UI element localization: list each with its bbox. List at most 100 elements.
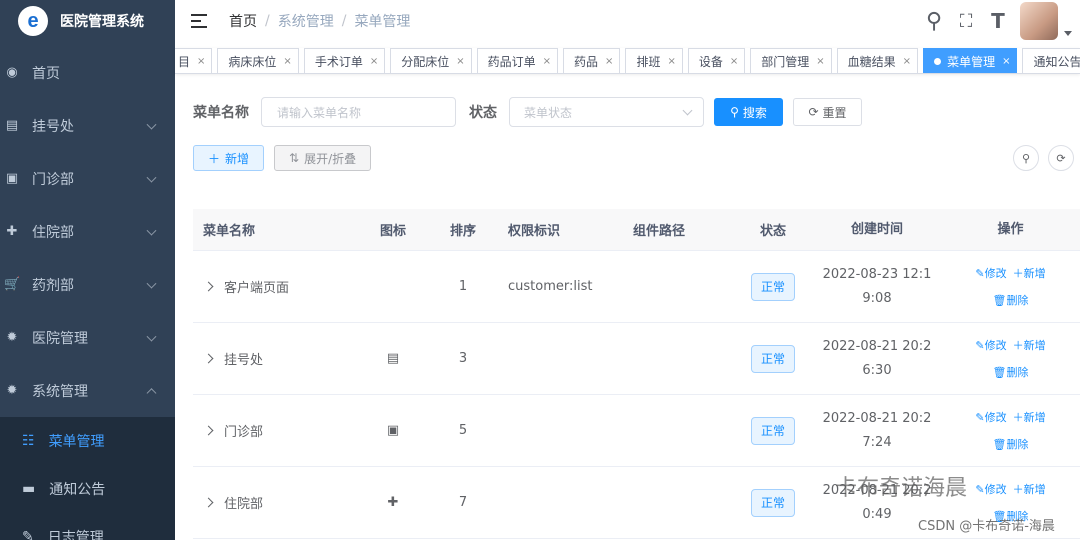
tab-label: 药品 — [574, 54, 599, 69]
close-icon[interactable]: × — [816, 56, 824, 67]
cell-status: 正常 — [733, 272, 813, 301]
sidebar-item-clinic[interactable]: ▣ 门诊部 — [0, 152, 175, 205]
table-toolbar: ＋ 新增 ⇅ 展开/折叠 — [193, 145, 372, 171]
caret-down-icon[interactable] — [1064, 31, 1072, 36]
menu-name-input[interactable]: 请输入菜单名称 — [261, 97, 456, 127]
cell-time: 2022-08-21 20:2 6:30 — [813, 335, 941, 383]
toggle-search-button[interactable]: ⚲ — [1013, 145, 1039, 171]
chevron-right-icon[interactable] — [203, 425, 214, 436]
font-size-icon[interactable]: T — [982, 0, 1014, 42]
cart-icon: 🛒 — [4, 277, 21, 292]
chevron-down-icon — [146, 331, 157, 342]
add-button[interactable]: ＋ 新增 — [193, 145, 265, 171]
tab-item[interactable]: 病床床位 × — [217, 48, 299, 73]
sidebar-item-log[interactable]: ✎ 日志管理 — [0, 513, 175, 540]
tab-label: 目 — [178, 54, 191, 69]
cell-status: 正常 — [733, 416, 813, 445]
sidebar-item-label: 门诊部 — [32, 171, 74, 188]
time-line-1: 2022-08-21 20:2 — [822, 410, 932, 426]
search-icon[interactable]: ⚲ — [918, 0, 950, 42]
add-child-button[interactable]: ＋新增 — [1013, 483, 1046, 496]
sort-icon: ⇅ — [289, 151, 300, 165]
search-button[interactable]: ⚲ 搜索 — [714, 98, 783, 126]
cell-ops: ✎修改 ＋新增 🗑删除 — [941, 332, 1080, 386]
watermark: 卡布奇诺海晨 — [835, 476, 968, 501]
search-icon: ⚲ — [1021, 151, 1031, 165]
sidebar-item-home[interactable]: ◉ 首页 — [0, 46, 175, 99]
close-icon[interactable]: × — [283, 56, 291, 67]
breadcrumb-system[interactable]: 系统管理 — [278, 11, 334, 31]
tab-item[interactable]: 部门管理 × — [750, 48, 832, 73]
delete-button[interactable]: 🗑删除 — [993, 366, 1029, 379]
add-child-button[interactable]: ＋新增 — [1013, 267, 1046, 280]
gear-icon: ✹ — [6, 330, 18, 345]
close-icon[interactable]: × — [543, 56, 551, 67]
close-icon[interactable]: × — [370, 56, 378, 67]
status-select[interactable]: 菜单状态 — [509, 97, 704, 127]
hamburger-icon[interactable] — [191, 14, 207, 28]
breadcrumb-home[interactable]: 首页 — [229, 11, 257, 31]
tab-label: 排班 — [636, 54, 661, 69]
chevron-right-icon[interactable] — [203, 281, 214, 292]
tab-item[interactable]: 手术订单 × — [303, 48, 386, 73]
expand-collapse-button[interactable]: ⇅ 展开/折叠 — [274, 145, 372, 171]
sidebar-item-label: 菜单管理 — [48, 434, 105, 450]
cell-status: 正常 — [733, 344, 813, 373]
table-row: 门诊部 ▣ 5 正常 2022-08-21 20:2 7:24 ✎修改 ＋新增 🗑删除 — [193, 395, 1080, 467]
cell-order: 7 — [458, 495, 468, 510]
sidebar-item-register[interactable]: ▤ 挂号处 — [0, 99, 175, 152]
add-child-button[interactable]: ＋新增 — [1013, 339, 1046, 352]
tab-item[interactable]: 分配床位 × — [390, 48, 472, 73]
chevron-right-icon[interactable] — [203, 497, 214, 508]
col-header-time: 创建时间 — [850, 221, 903, 237]
reset-button-label: 重置 — [822, 105, 847, 120]
close-icon[interactable]: × — [1002, 56, 1010, 67]
register-icon: ▤ — [5, 118, 19, 133]
menu-name: 客户端页面 — [224, 281, 290, 296]
tab-item[interactable]: 设备 × — [687, 48, 746, 73]
tab-item[interactable]: 药品订单 × — [476, 48, 559, 73]
close-icon[interactable]: × — [903, 56, 911, 67]
reset-button[interactable]: ⟳ 重置 — [793, 98, 862, 126]
chevron-right-icon[interactable] — [203, 353, 214, 364]
edit-button[interactable]: ✎修改 — [975, 411, 1006, 424]
sidebar-item-notice[interactable]: ▬ 通知公告 — [0, 465, 175, 513]
tab-label: 手术订单 — [314, 54, 363, 69]
fullscreen-icon[interactable]: ⛶ — [950, 0, 982, 42]
status-badge: 正常 — [750, 272, 795, 301]
sidebar: e 医院管理系统 ◉ 首页 ▤ 挂号处 ▣ 门诊部 ✚ 住院部 🛒 药剂部 ✹ … — [0, 0, 175, 540]
tab-item[interactable]: 通知公告× — [1022, 48, 1080, 73]
tab-item[interactable]: 排班 × — [625, 48, 683, 73]
tab-item[interactable]: 药品 × — [563, 48, 621, 73]
edit-button[interactable]: ✎修改 — [975, 267, 1006, 280]
sidebar-item-menu-management[interactable]: ☷ 菜单管理 — [0, 417, 175, 465]
close-icon[interactable]: × — [456, 56, 464, 67]
close-icon[interactable]: × — [605, 56, 613, 67]
tab-item[interactable]: 血糖结果 × — [836, 48, 919, 73]
tab-active[interactable]: 菜单管理 × — [923, 48, 1018, 73]
sidebar-item-label: 系统管理 — [32, 383, 88, 400]
tab-item[interactable]: 目 × — [175, 48, 213, 73]
tab-label: 病床床位 — [228, 54, 277, 69]
delete-button[interactable]: 🗑删除 — [993, 294, 1029, 307]
close-icon[interactable]: × — [667, 56, 675, 67]
delete-button[interactable]: 🗑删除 — [993, 438, 1029, 451]
refresh-icon: ⟳ — [1056, 151, 1066, 165]
cell-order: 3 — [458, 351, 468, 366]
sidebar-item-hospital-management[interactable]: ✹ 医院管理 — [0, 311, 175, 364]
search-icon: ⚲ — [730, 105, 739, 119]
refresh-button[interactable]: ⟳ — [1048, 145, 1074, 171]
sidebar-item-label: 医院管理 — [32, 330, 88, 347]
close-icon[interactable]: × — [730, 56, 738, 67]
edit-button[interactable]: ✎修改 — [975, 339, 1006, 352]
sidebar-item-system-management[interactable]: ✹ 系统管理 — [0, 364, 175, 417]
avatar[interactable] — [1020, 2, 1058, 40]
add-child-button[interactable]: ＋新增 — [1013, 411, 1046, 424]
edit-button[interactable]: ✎修改 — [975, 483, 1006, 496]
tab-label: 分配床位 — [401, 54, 450, 69]
close-icon[interactable]: × — [197, 56, 205, 67]
sidebar-item-inpatient[interactable]: ✚ 住院部 — [0, 205, 175, 258]
sidebar-item-pharmacy[interactable]: 🛒 药剂部 — [0, 258, 175, 311]
time-line-2: 6:30 — [862, 362, 892, 378]
logo[interactable]: e 医院管理系统 — [0, 0, 175, 42]
